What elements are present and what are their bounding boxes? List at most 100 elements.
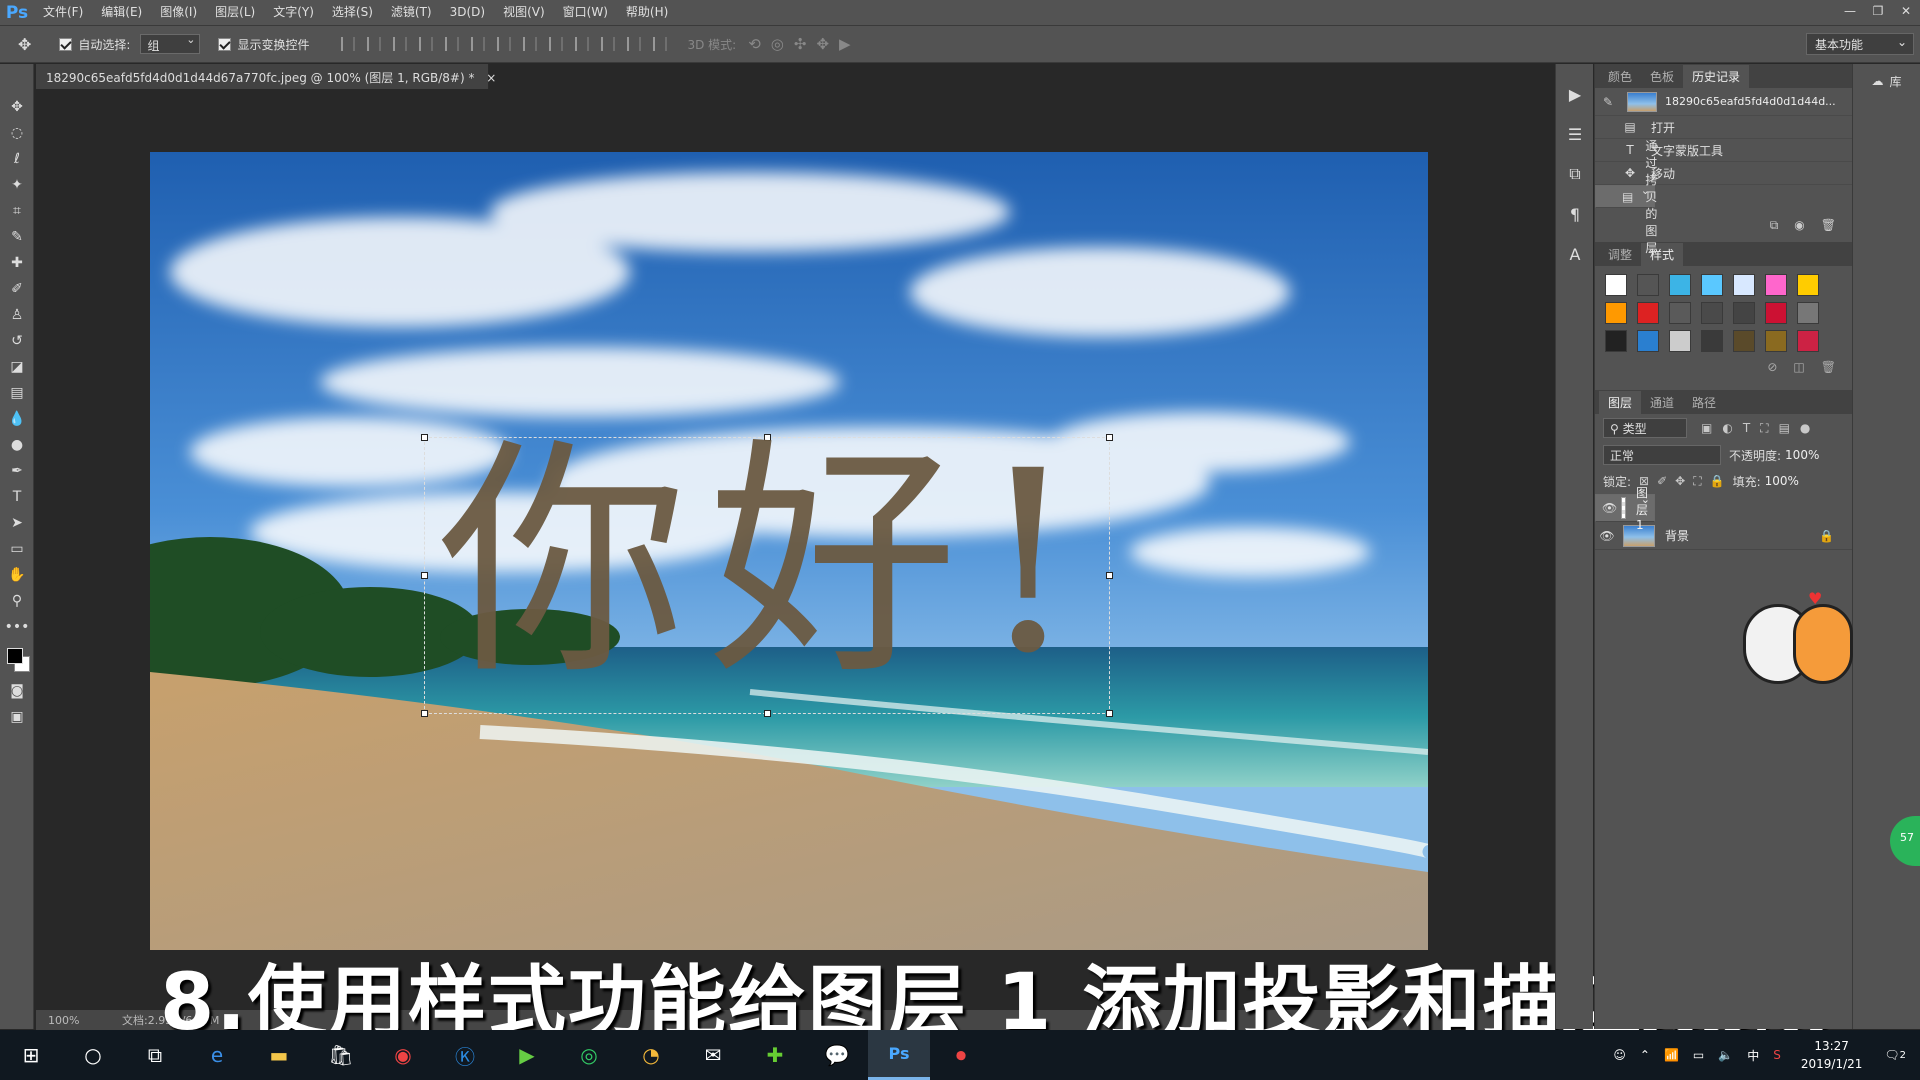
style-swatch[interactable] [1637,330,1659,352]
layer-row-background[interactable]: 👁 背景 🔒 [1595,522,1852,550]
align-bottom-icon[interactable] [393,37,408,51]
character-icon[interactable]: A [1556,234,1594,274]
screen-mode-icon[interactable]: ▣ [0,704,34,730]
document-tab[interactable]: 18290c65eafd5fd4d0d1d44d67a770fc.jpeg @ … [36,64,496,89]
filter-smart-icon[interactable]: ▤ [1779,421,1790,435]
eye-icon[interactable]: 👁 [1602,501,1617,515]
eyedropper-icon[interactable]: ✎ [0,224,34,250]
history-item-selected[interactable]: ▤ 通过拷贝的图层 [1595,139,1657,255]
distribute-right-icon[interactable] [627,37,642,51]
tab-history[interactable]: 历史记录 [1683,65,1750,88]
kugou-icon[interactable]: Ⓚ [434,1030,496,1080]
windows-start-icon[interactable]: ⊞ [0,1030,62,1080]
3d-pan-icon[interactable]: ✣ [794,35,807,53]
zoom-level[interactable]: 100% [48,1014,108,1027]
menu-window[interactable]: 窗口(W) [554,0,617,25]
libraries-button[interactable]: ☁ 库 [1853,64,1920,98]
properties-icon[interactable]: ☰ [1556,114,1594,154]
trash-icon[interactable]: 🗑 [1821,218,1836,232]
quick-mask-icon[interactable]: ◙ [0,678,34,704]
filter-shape-icon[interactable]: ⛶ [1760,421,1768,436]
yellow-app-icon[interactable]: ◔ [620,1030,682,1080]
side-badge[interactable]: 57 [1890,816,1920,866]
style-swatch[interactable] [1605,330,1627,352]
style-swatch[interactable] [1765,330,1787,352]
tab-layers[interactable]: 图层 [1599,391,1642,414]
wechat-icon[interactable]: 💬 [806,1030,868,1080]
plus-app-icon[interactable]: ✚ [744,1030,806,1080]
paragraph-icon[interactable]: ¶ [1556,194,1594,234]
clone-stamp-icon[interactable]: ♙ [0,302,34,328]
lock-position-icon[interactable]: ✥ [1675,474,1685,488]
store-icon[interactable]: 🛍 [310,1030,372,1080]
distribute-vcenter-icon[interactable] [523,37,538,51]
chrome-icon[interactable]: ◉ [372,1030,434,1080]
menu-view[interactable]: 视图(V) [494,0,554,25]
lasso-tool-icon[interactable]: ℓ [0,146,34,172]
style-swatch[interactable] [1637,274,1659,296]
transform-handle[interactable] [764,710,771,717]
transform-handle[interactable] [1106,710,1113,717]
style-swatch[interactable] [1797,330,1819,352]
marquee-tool-icon[interactable]: ◌ [0,120,34,146]
style-swatch[interactable] [1637,302,1659,324]
camera-icon[interactable]: ◉ [1794,218,1804,232]
history-brush-icon[interactable]: ✎ [1603,95,1619,109]
rectangle-tool-icon[interactable]: ▭ [0,536,34,562]
align-right-icon[interactable] [471,37,486,51]
restore-button[interactable]: ❐ [1864,0,1892,25]
align-top-icon[interactable] [341,37,356,51]
3d-slide-icon[interactable]: ✥ [816,35,829,53]
transform-box[interactable]: 你好! [421,418,1113,717]
ime-indicator[interactable]: 中 [1747,1047,1759,1064]
magic-wand-icon[interactable]: ✦ [0,172,34,198]
task-view-icon[interactable]: ⧉ [124,1030,186,1080]
filter-adjust-icon[interactable]: ◐ [1722,421,1732,435]
healing-brush-icon[interactable]: ✚ [0,250,34,276]
play-action-icon[interactable]: ▶ [1556,74,1594,114]
blur-tool-icon[interactable]: 💧 [0,406,34,432]
tab-channels[interactable]: 通道 [1641,391,1683,414]
dodge-tool-icon[interactable]: ● [0,432,34,458]
clock[interactable]: 13:27 2019/1/21 [1801,1037,1863,1073]
style-swatch[interactable] [1765,274,1787,296]
fill-value[interactable]: 100% [1765,474,1799,488]
3d-roll-icon[interactable]: ◎ [771,35,784,53]
filter-type-icon[interactable]: T [1743,421,1750,435]
edge-browser-icon[interactable]: e [186,1030,248,1080]
style-swatch[interactable] [1701,330,1723,352]
mail-icon[interactable]: ✉ [682,1030,744,1080]
style-swatch[interactable] [1733,330,1755,352]
crop-tool-icon[interactable]: ⌗ [0,198,34,224]
style-swatch[interactable] [1669,302,1691,324]
tab-color[interactable]: 颜色 [1599,65,1641,88]
pen-tool-icon[interactable]: ✒ [0,458,34,484]
style-swatch[interactable] [1797,302,1819,324]
eraser-tool-icon[interactable]: ◪ [0,354,34,380]
auto-select-dropdown[interactable]: 组 [140,33,201,54]
menu-file[interactable]: 文件(F) [34,0,92,25]
lock-pixels-icon[interactable]: ✐ [1657,474,1667,488]
brush-tool-icon[interactable]: ✐ [0,276,34,302]
zoom-tool-icon[interactable]: ⚲ [0,588,34,614]
clone-source-icon[interactable]: ⧉ [1556,154,1594,194]
auto-select-checkbox[interactable] [59,37,73,51]
menu-filter[interactable]: 滤镜(T) [382,0,441,25]
history-item[interactable]: ▤ 打开 [1595,116,1852,139]
people-icon[interactable]: ☺ [1613,1048,1626,1062]
new-document-icon[interactable]: ⧉ [1770,218,1779,233]
blend-mode-dropdown[interactable]: 正常 [1603,445,1721,465]
history-brush-icon[interactable]: ↺ [0,328,34,354]
opacity-value[interactable]: 100% [1785,448,1819,462]
sogou-icon[interactable]: S [1773,1048,1781,1062]
workspace-dropdown[interactable]: 基本功能 ⌄ [1806,33,1914,55]
move-tool-icon[interactable]: ✥ [0,94,34,120]
search-icon[interactable]: ○ [62,1030,124,1080]
menu-layer[interactable]: 图层(L) [206,0,264,25]
distribute-bottom-icon[interactable] [549,37,564,51]
video-player-icon[interactable]: ▶ [496,1030,558,1080]
distribute-left-icon[interactable] [575,37,590,51]
3d-rotate-icon[interactable]: ⟲ [748,35,761,53]
style-swatch[interactable] [1605,274,1627,296]
menu-type[interactable]: 文字(Y) [264,0,323,25]
